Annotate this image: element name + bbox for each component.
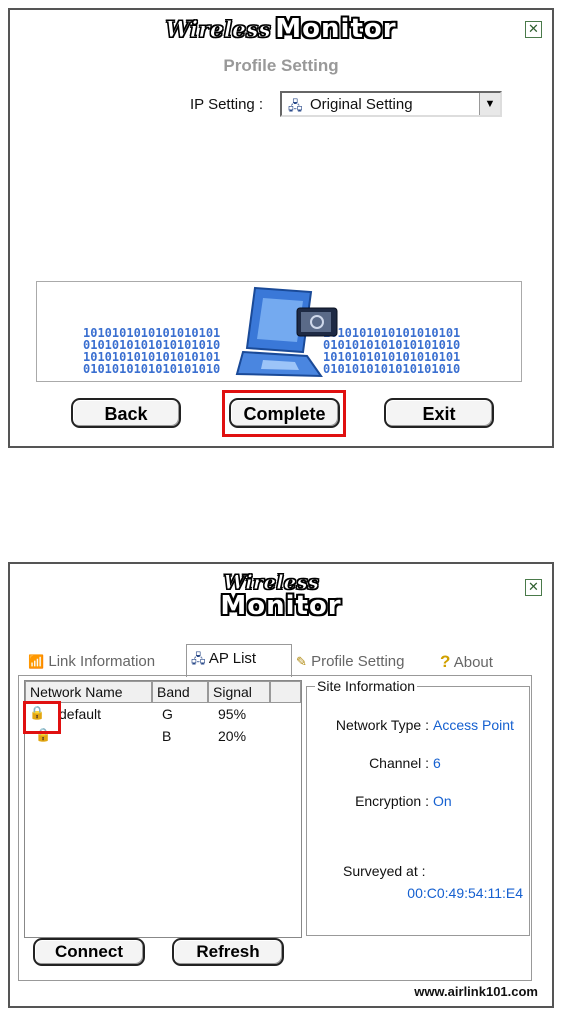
profile-setting-window: Wireless Monitor ✕ Profile Setting IP Se…: [8, 8, 554, 448]
tab-bar: 📶 Link Information 🖧 AP List ✎ Profile S…: [18, 564, 540, 677]
dropdown-arrow-button[interactable]: ▼: [479, 93, 500, 115]
network-type-value: Access Point: [433, 717, 514, 733]
back-button[interactable]: Back: [71, 398, 181, 428]
app-logo: Wireless Monitor: [10, 14, 552, 44]
refresh-button[interactable]: Refresh: [172, 938, 284, 966]
channel-label: Channel :: [369, 755, 429, 771]
computer-network-icon: 🖧: [288, 98, 303, 113]
column-header-network-name[interactable]: Network Name: [25, 681, 152, 703]
logo-monitor-text: Monitor: [275, 14, 397, 44]
highlight-box: [23, 701, 61, 734]
network-name-cell: default: [59, 706, 102, 722]
computer-network-icon: 🖧: [191, 651, 206, 666]
ip-setting-select[interactable]: 🖧 Original Setting ▼: [280, 91, 502, 117]
tab-about[interactable]: ? About: [440, 648, 530, 676]
highlight-box: [222, 390, 346, 437]
table-row[interactable]: 🔒 B 20%: [25, 727, 301, 747]
chevron-down-icon: ▼: [484, 98, 496, 110]
surveyed-at-value: 00:C0:49:54:11:E4: [407, 885, 523, 901]
network-link-icon: 📶: [28, 654, 45, 669]
site-information-group: Site Information Network Type : Access P…: [306, 678, 530, 936]
signal-cell: 20%: [218, 728, 247, 744]
band-cell: G: [162, 706, 173, 722]
question-icon: ?: [440, 652, 451, 671]
page-heading: Profile Setting: [223, 56, 339, 75]
column-header-band[interactable]: Band: [152, 681, 208, 703]
connect-button[interactable]: Connect: [33, 938, 145, 966]
signal-cell: 95%: [218, 706, 247, 722]
footer-url: www.airlink101.com: [414, 984, 538, 999]
binary-text-left: 1010101010101010101 0101010101010101010 10…: [83, 326, 221, 376]
tab-profile-setting[interactable]: ✎ Profile Setting: [296, 648, 446, 676]
channel-value: 6: [433, 755, 441, 771]
surveyed-at-label: Surveyed at :: [343, 863, 426, 879]
tab-ap-list[interactable]: 🖧 AP List: [186, 644, 292, 677]
network-type-label: Network Type :: [335, 717, 429, 733]
column-header-signal[interactable]: Signal: [208, 681, 270, 703]
encryption-value: On: [433, 793, 452, 809]
laptop-icon: [235, 286, 338, 378]
column-header-empty: [270, 681, 301, 703]
encryption-label: Encryption :: [355, 793, 429, 809]
site-information-legend: Site Information: [315, 678, 418, 694]
ip-setting-label: IP Setting :: [190, 96, 264, 113]
tab-link-information[interactable]: 📶 Link Information: [28, 648, 186, 676]
band-cell: B: [162, 728, 172, 744]
ap-list-table[interactable]: Network Name Band Signal 🔒 default G 95%…: [24, 680, 302, 938]
ip-setting-value: Original Setting: [310, 96, 413, 113]
close-icon[interactable]: ✕: [525, 21, 542, 38]
logo-wireless-text: Wireless: [165, 17, 271, 44]
banner-image: 1010101010101010101 0101010101010101010 10…: [36, 281, 522, 382]
table-row[interactable]: 🔒 default G 95%: [25, 705, 301, 725]
exit-button[interactable]: Exit: [384, 398, 494, 428]
pencil-icon: ✎: [296, 654, 307, 669]
ap-list-window: Wireless Monitor ✕ 📶 Link Information 🖧 …: [8, 562, 554, 1008]
